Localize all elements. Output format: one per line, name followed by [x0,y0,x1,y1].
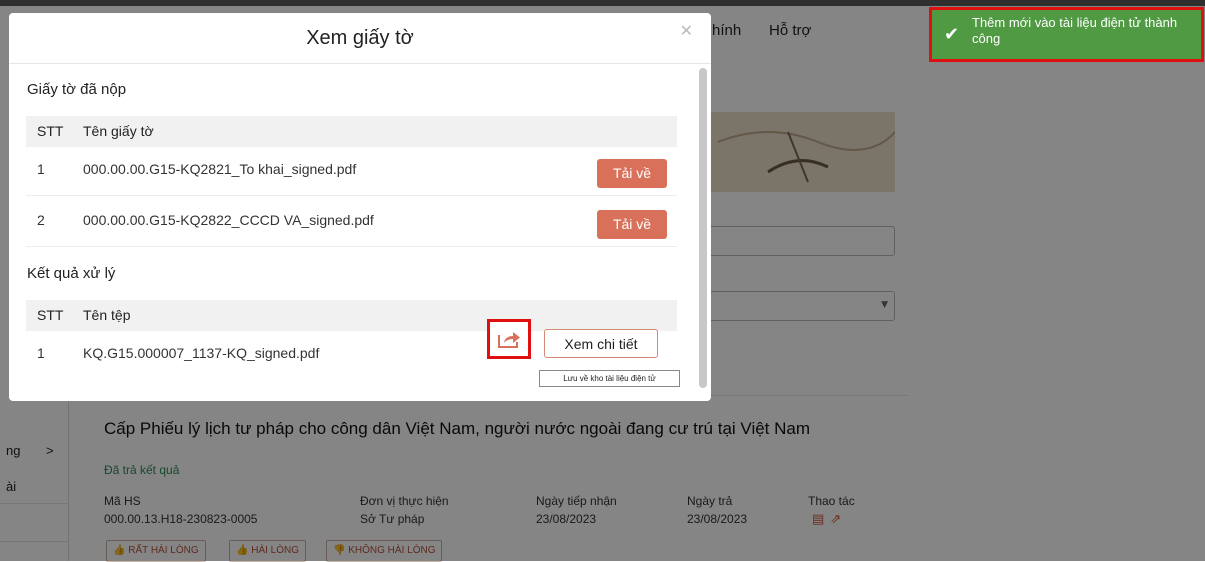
modal-header: Xem giấy tờ ✕ [9,13,711,64]
row-stt: 2 [37,212,45,228]
modal-scrollbar[interactable] [699,68,707,388]
table-row: 2 000.00.00.G15-KQ2822_CCCD VA_signed.pd… [26,198,677,247]
results-table-header: STT Tên tệp [26,300,677,331]
success-toast[interactable]: ✔ Thêm mới vào tài liệu điện tử thành cô… [929,7,1204,62]
modal-title: Xem giấy tờ [306,27,414,49]
column-header-stt: STT [37,123,64,139]
row-filename: KQ.G15.000007_1137-KQ_signed.pdf [83,345,320,361]
column-header-stt: STT [37,307,64,323]
table-row: 1 000.00.00.G15-KQ2821_To khai_signed.pd… [26,147,677,196]
row-filename: 000.00.00.G15-KQ2822_CCCD VA_signed.pdf [83,212,374,228]
submitted-table-header: STT Tên giấy tờ [26,116,677,147]
column-header-name: Tên tệp [83,307,131,323]
save-to-storage-button[interactable] [487,319,531,359]
save-tooltip: Lưu về kho tài liệu điện tử [539,370,680,387]
check-icon: ✔ [944,24,960,45]
results-section-title: Kết quả xử lý [27,265,116,282]
submitted-section-title: Giấy tờ đã nộp [27,81,127,98]
row-filename: 000.00.00.G15-KQ2821_To khai_signed.pdf [83,161,357,177]
close-icon[interactable]: ✕ [680,21,693,40]
download-button[interactable]: Tải về [597,159,667,188]
column-header-name: Tên giấy tờ [83,123,154,139]
row-stt: 1 [37,345,45,361]
share-arrow-icon [498,332,520,348]
download-button[interactable]: Tải về [597,210,667,239]
view-details-button[interactable]: Xem chi tiết [544,329,658,358]
scroll-thumb[interactable] [699,68,707,388]
toast-message: Thêm mới vào tài liệu điện tử thành công [972,15,1178,46]
row-stt: 1 [37,161,45,177]
